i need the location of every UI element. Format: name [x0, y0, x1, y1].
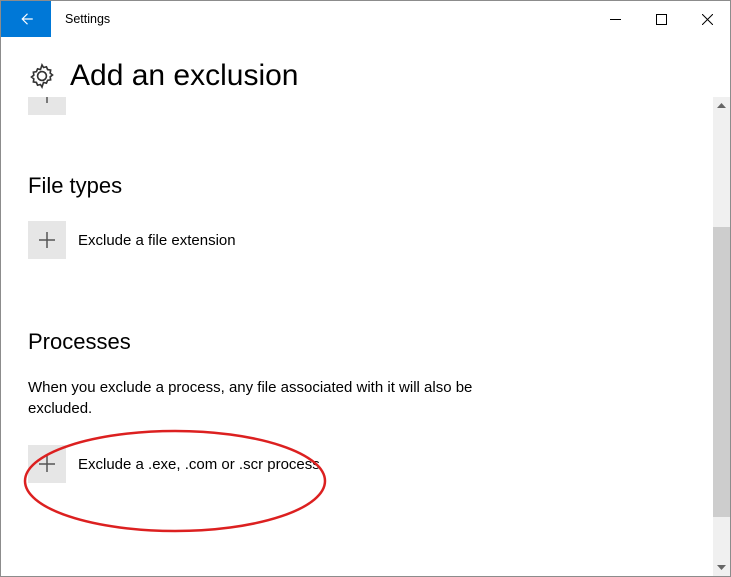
close-button[interactable] — [684, 1, 730, 37]
scrollbar[interactable] — [713, 97, 730, 576]
titlebar-spacer — [110, 1, 592, 37]
add-process-button[interactable] — [28, 445, 66, 483]
scroll-up-button[interactable] — [713, 97, 730, 114]
add-process-label: Exclude a .exe, .com or .scr process — [78, 456, 320, 473]
gear-icon — [28, 62, 56, 90]
content-viewport: File types Exclude a file extension Proc… — [1, 97, 730, 576]
section-heading-processes: Processes — [28, 329, 703, 355]
minimize-icon — [610, 14, 621, 25]
scroll-down-button[interactable] — [713, 559, 730, 576]
plus-icon — [38, 231, 56, 249]
back-button[interactable] — [1, 1, 51, 37]
processes-description: When you exclude a process, any file ass… — [28, 377, 498, 419]
chevron-up-icon — [717, 101, 726, 110]
exclude-process-row[interactable]: Exclude a .exe, .com or .scr process — [28, 445, 703, 483]
exclude-file-extension-row[interactable]: Exclude a file extension — [28, 221, 703, 259]
content: File types Exclude a file extension Proc… — [1, 97, 730, 523]
titlebar: Settings — [1, 1, 730, 37]
add-file-extension-button[interactable] — [28, 221, 66, 259]
arrow-left-icon — [17, 10, 35, 28]
close-icon — [702, 14, 713, 25]
add-file-extension-label: Exclude a file extension — [78, 232, 236, 249]
maximize-button[interactable] — [638, 1, 684, 37]
section-heading-file-types: File types — [28, 173, 703, 199]
plus-icon — [38, 97, 56, 104]
plus-icon — [38, 455, 56, 473]
scrollbar-thumb[interactable] — [713, 227, 730, 517]
chevron-down-icon — [717, 563, 726, 572]
page-header: Add an exclusion — [1, 37, 730, 101]
maximize-icon — [656, 14, 667, 25]
minimize-button[interactable] — [592, 1, 638, 37]
page-title: Add an exclusion — [70, 59, 299, 93]
window-title: Settings — [51, 1, 110, 37]
add-button-truncated[interactable] — [28, 97, 66, 115]
